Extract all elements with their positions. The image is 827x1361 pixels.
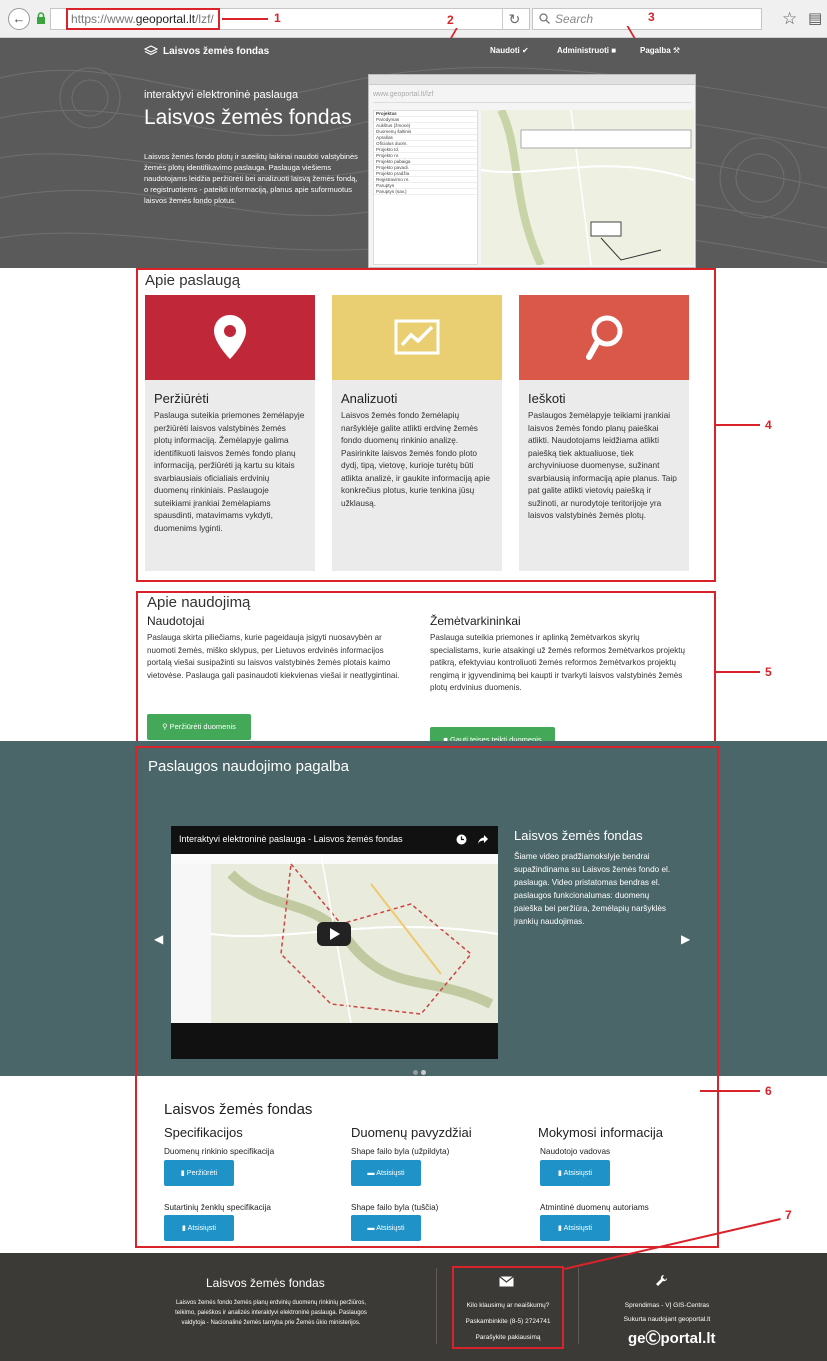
layers-icon bbox=[144, 45, 158, 56]
annotation-4: 4 bbox=[765, 418, 772, 432]
screenshot-map bbox=[481, 110, 694, 265]
card-view-text: Paslauga suteikia priemones žemėlapyje p… bbox=[154, 410, 305, 533]
search-icon bbox=[539, 13, 550, 24]
card-view[interactable]: Peržiūrėti Paslauga suteikia priemones ž… bbox=[145, 295, 315, 571]
hero-title: Laisvos žemės fondas bbox=[144, 106, 352, 129]
chart-icon bbox=[394, 319, 440, 355]
card-search-banner bbox=[519, 295, 689, 380]
magnifier-icon bbox=[586, 315, 623, 360]
lock-icon bbox=[37, 12, 45, 24]
about-title: Apie paslaugą bbox=[145, 272, 241, 289]
site-logo[interactable]: Laisvos žemės fondas bbox=[144, 45, 269, 57]
footer-divider bbox=[436, 1268, 437, 1344]
annotation-box-7 bbox=[452, 1266, 564, 1349]
screenshot-panel: Projektas Parodymas Aukštus (žmonė) Duom… bbox=[373, 110, 478, 265]
annotation-6: 6 bbox=[765, 1084, 772, 1098]
footer-title: Laisvos žemės fondas bbox=[206, 1276, 325, 1290]
screenshot-titlebar bbox=[369, 75, 695, 85]
nav-help-link[interactable]: Pagalba ⚒ bbox=[640, 46, 680, 55]
lock-icon: ■ bbox=[611, 46, 617, 55]
hero-description: Laisvos žemės fondo plotų ir suteiktų la… bbox=[144, 152, 358, 205]
wrench-icon bbox=[656, 1274, 668, 1286]
users-title: Naudotojai bbox=[147, 614, 205, 628]
annotation-3: 3 bbox=[648, 10, 655, 24]
library-icon[interactable]: ▤ bbox=[808, 9, 822, 27]
annotation-line-6 bbox=[700, 1090, 760, 1092]
map-pin-icon bbox=[214, 315, 246, 359]
geoportal-logo[interactable]: geⒸportal.lt bbox=[628, 1327, 716, 1348]
hero-section: Laisvos žemės fondas Naudoti ✔ Administr… bbox=[0, 38, 827, 268]
usage-title: Apie naudojimą bbox=[147, 594, 251, 611]
card-view-title: Peržiūrėti bbox=[154, 391, 209, 406]
nav-admin-link[interactable]: Administruoti ■ bbox=[557, 46, 616, 55]
card-analyze-banner bbox=[332, 295, 502, 380]
app-screenshot: www.geoportal.lt/lzf Projektas Parodymas… bbox=[368, 74, 696, 268]
annotation-1: 1 bbox=[274, 11, 281, 25]
annotation-line-4 bbox=[716, 424, 760, 426]
annotation-7: 7 bbox=[785, 1208, 792, 1222]
annotation-2: 2 bbox=[447, 13, 454, 27]
screenshot-address: www.geoportal.lt/lzf bbox=[373, 91, 691, 103]
footer-description: Laisvos žemės fondo žemės planų erdvinių… bbox=[175, 1300, 367, 1326]
reload-icon[interactable]: ↻ bbox=[502, 8, 526, 30]
screenshot-row: Paruptys (sav.) bbox=[374, 189, 477, 195]
footer-built-on: Sukurta naudojant geoportal.lt bbox=[623, 1316, 711, 1323]
nav-use-link[interactable]: Naudoti ✔ bbox=[490, 46, 529, 55]
annotation-line-1 bbox=[222, 18, 268, 20]
search-input[interactable]: Search bbox=[532, 8, 762, 30]
annotation-line-5 bbox=[716, 671, 760, 673]
card-search-text: Paslaugos žemėlapyje teikiami įrankiai l… bbox=[528, 410, 677, 520]
url-text[interactable]: https://www.geoportal.lt/lzf/ bbox=[66, 8, 220, 30]
back-arrow-icon[interactable]: ← bbox=[8, 8, 30, 30]
wrench-icon: ⚒ bbox=[672, 46, 681, 55]
check-icon: ✔ bbox=[522, 46, 529, 55]
card-analyze-title: Analizuoti bbox=[341, 391, 398, 406]
card-analyze[interactable]: Analizuoti Laisvos žemės fondo žemėlapių… bbox=[332, 295, 502, 571]
managers-text: Paslauga suteikia priemones ir aplinką ž… bbox=[430, 633, 686, 693]
card-search-title: Ieškoti bbox=[528, 391, 566, 406]
card-search[interactable]: Ieškoti Paslaugos žemėlapyje teikiami įr… bbox=[519, 295, 689, 571]
card-analyze-text: Laisvos žemės fondo žemėlapių naršyklėje… bbox=[341, 410, 490, 508]
card-view-banner bbox=[145, 295, 315, 380]
footer-solution: Sprendimas - VĮ GIS-Centras bbox=[624, 1302, 710, 1309]
managers-title: Žemėtvarkininkai bbox=[430, 614, 521, 628]
hero-subtitle: interaktyvi elektroninė paslauga bbox=[144, 89, 299, 101]
bookmark-star-icon[interactable]: ☆ bbox=[782, 9, 797, 29]
view-data-button[interactable]: ⚲ Peržiūrėti duomenis bbox=[147, 714, 251, 740]
annotation-5: 5 bbox=[765, 665, 772, 679]
footer-divider bbox=[578, 1268, 579, 1344]
search-icon: ⚲ bbox=[162, 722, 168, 731]
annotation-box-6 bbox=[135, 746, 719, 1248]
browser-toolbar: ← https://www.geoportal.lt/lzf/ ↻ Search… bbox=[0, 0, 827, 38]
users-text: Paslauga skirta piliečiams, kurie pageid… bbox=[147, 633, 400, 680]
